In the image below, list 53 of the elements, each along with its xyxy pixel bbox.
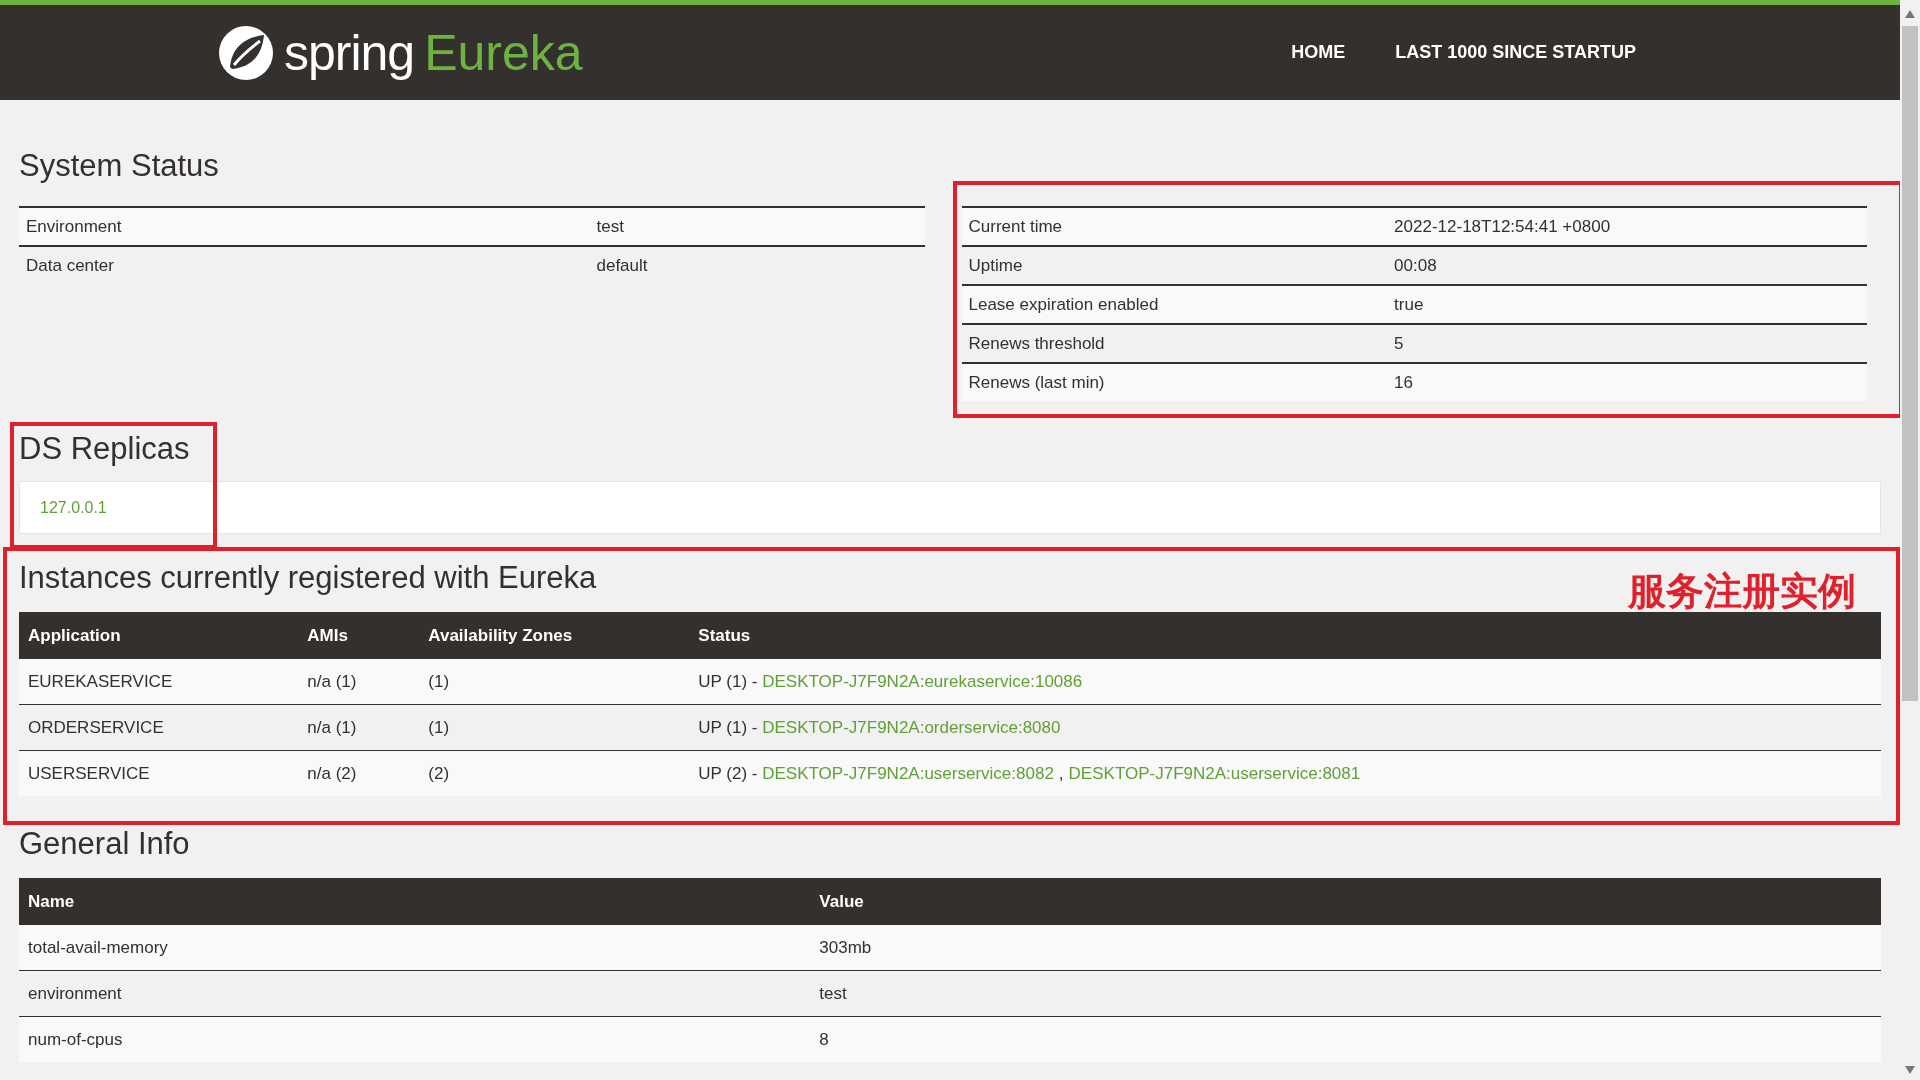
status-text: UP (2) - — [698, 763, 759, 783]
instance-link[interactable]: DESKTOP-J7F9N2A:userservice:8082 — [762, 763, 1054, 783]
column-header: Application — [19, 612, 299, 659]
status-text: UP (1) - — [698, 671, 759, 691]
nav-link[interactable]: LAST 1000 SINCE STARTUP — [1395, 42, 1636, 63]
table-cell: (1) — [419, 659, 690, 705]
nav-link[interactable]: HOME — [1291, 42, 1346, 63]
scroll-down-icon[interactable] — [1905, 1066, 1915, 1074]
column-header: Name — [19, 878, 811, 925]
column-header: Status — [689, 612, 1881, 659]
table-cell: n/a (1) — [298, 704, 420, 751]
table-cell: Lease expiration enabled — [961, 285, 1388, 324]
scrollbar-thumb[interactable] — [1902, 26, 1918, 701]
table-cell: ORDERSERVICE — [19, 704, 299, 751]
section-heading: System Status — [19, 147, 220, 185]
logo-text: spring — [284, 23, 415, 82]
table-cell: environment — [19, 970, 811, 1017]
instance-link[interactable]: DESKTOP-J7F9N2A:eurekaservice:10086 — [762, 671, 1083, 691]
table-cell: default — [589, 246, 925, 284]
instance-link[interactable]: DESKTOP-J7F9N2A:orderservice:8080 — [762, 717, 1061, 737]
instance-link[interactable]: DESKTOP-J7F9N2A:userservice:8081 — [1068, 763, 1361, 783]
column-header: AMIs — [298, 612, 420, 659]
table-cell: true — [1387, 285, 1867, 324]
table-cell: test — [810, 970, 1881, 1017]
annotation-label: 服务注册实例 — [1628, 569, 1856, 614]
section-heading: DS Replicas — [19, 430, 190, 468]
separator-text: , — [1058, 763, 1064, 783]
section-heading: Instances currently registered with Eureka — [19, 559, 597, 597]
table-cell: Current time — [961, 207, 1388, 246]
table-cell: (1) — [419, 704, 690, 751]
table-cell: total-avail-memory — [19, 925, 811, 971]
column-header: Value — [810, 878, 1881, 925]
scroll-up-icon[interactable] — [1905, 10, 1915, 18]
table-cell: 16 — [1387, 363, 1867, 401]
table-cell: Data center — [19, 246, 590, 284]
table-cell: (2) — [419, 750, 690, 796]
table-cell: Environment — [19, 207, 590, 246]
table-cell: num-of-cpus — [19, 1016, 811, 1062]
table-cell: test — [589, 207, 925, 246]
table-cell: USERSERVICE — [19, 750, 299, 796]
section-heading: General Info — [19, 825, 190, 863]
table-cell: n/a (1) — [298, 659, 420, 705]
column-header: Availability Zones — [419, 612, 690, 659]
table-cell: EUREKASERVICE — [19, 659, 299, 705]
table-cell: 2022-12-18T12:54:41 +0800 — [1387, 207, 1867, 246]
table-cell: Renews (last min) — [961, 363, 1388, 401]
table-cell: 303mb — [810, 925, 1881, 971]
table-cell: n/a (2) — [298, 750, 420, 796]
table-cell: 8 — [810, 1016, 1881, 1062]
replica-link[interactable]: 127.0.0.1 — [40, 498, 107, 517]
leaf-logo-icon — [218, 24, 274, 81]
status-text: UP (1) - — [698, 717, 759, 737]
logo-product-text: Eureka — [424, 23, 583, 82]
